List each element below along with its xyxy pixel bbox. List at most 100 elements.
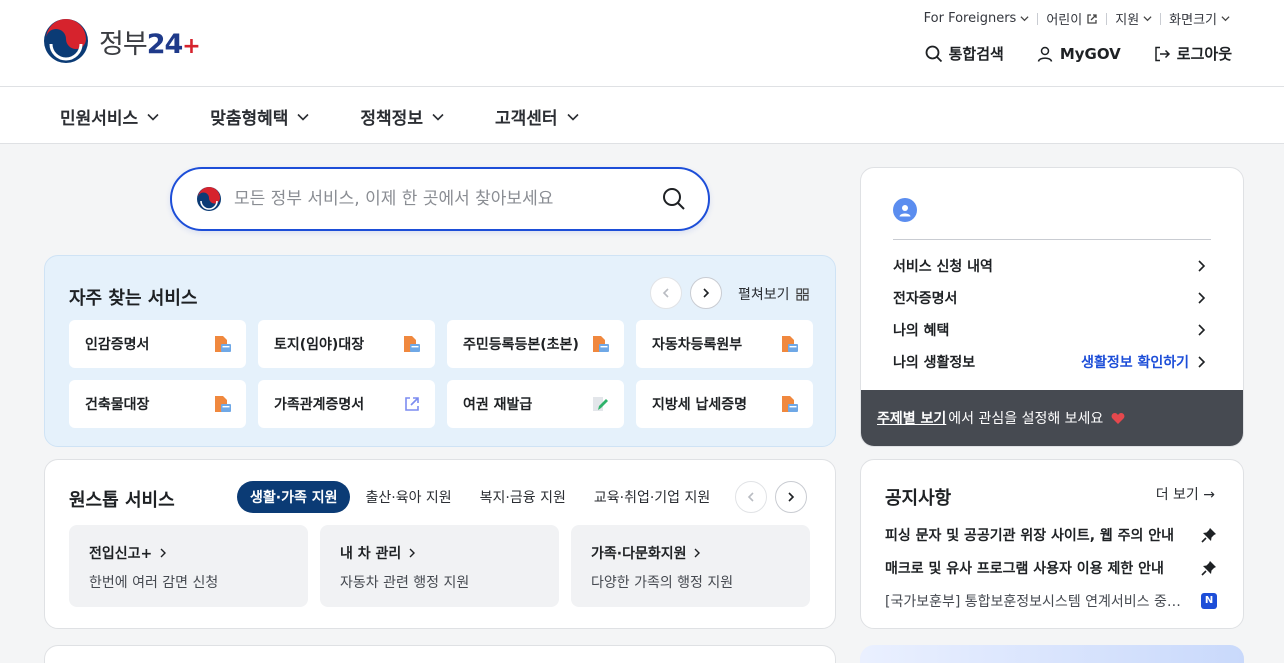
chevron-right-icon: [1198, 292, 1206, 304]
profile-menu: 서비스 신청 내역 전자증명서 나의 혜택 나의 생활정보 생활정보 확인하기: [893, 250, 1207, 378]
top-header: 정부24+ For Foreigners 어린이 지원 화면크기 통합검색 My…: [0, 0, 1284, 87]
search-input[interactable]: [234, 189, 662, 209]
divider: [893, 239, 1211, 240]
gov24-logo[interactable]: 정부24+: [43, 18, 201, 64]
taegeuk-logo-icon: [44, 19, 88, 63]
carousel-pager: [650, 277, 722, 309]
logout-icon: [1155, 46, 1170, 61]
utility-menu: For Foreigners 어린이 지원 화면크기: [916, 9, 1238, 28]
service-card[interactable]: 자동차등록원부: [636, 320, 813, 368]
document-print-icon: [782, 396, 798, 412]
tab-birth-childcare[interactable]: 출산·육아 지원: [352, 481, 464, 513]
document-print-icon: [215, 336, 231, 352]
service-card[interactable]: 여권 재발급: [447, 380, 624, 428]
next-button[interactable]: [690, 277, 722, 309]
chevron-down-icon: [566, 113, 579, 121]
external-link-icon: [405, 397, 419, 411]
nav-civil-services[interactable]: 민원서비스: [60, 104, 160, 129]
section-title: 자주 찾는 서비스: [69, 288, 198, 309]
for-foreigners-menu[interactable]: For Foreigners: [916, 11, 1038, 26]
service-card[interactable]: 가족관계증명서: [258, 380, 435, 428]
nav-policy-info[interactable]: 정책정보: [360, 104, 445, 129]
support-menu[interactable]: 지원: [1107, 9, 1160, 28]
profile-item-life-info[interactable]: 나의 생활정보 생활정보 확인하기: [893, 346, 1207, 378]
account-menu: 통합검색 MyGOV 로그아웃: [925, 43, 1232, 64]
onestop-cards: 전입신고+ 한번에 여러 감면 신청 내 차 관리 자동차 관련 행정 지원 가…: [69, 525, 810, 607]
profile-panel: 서비스 신청 내역 전자증명서 나의 혜택 나의 생활정보 생활정보 확인하기 주…: [860, 167, 1244, 447]
notice-item[interactable]: [국가보훈부] 통합보훈정보시스템 연계서비스 중… N: [885, 584, 1217, 617]
section-title: 원스톱 서비스: [69, 490, 175, 511]
chevron-down-icon: [1143, 16, 1152, 22]
pin-icon: [1201, 560, 1216, 576]
logout-button[interactable]: 로그아웃: [1153, 43, 1232, 64]
service-card[interactable]: 주민등록등본(초본): [447, 320, 624, 368]
mygov-button[interactable]: MyGOV: [1036, 43, 1121, 64]
service-cards: 인감증명서 토지(임야)대장 주민등록등본(초본) 자동차등록원부 건축물대장 …: [69, 320, 813, 428]
profile-item-e-certificates[interactable]: 전자증명서: [893, 282, 1207, 314]
main-search-box: [170, 167, 710, 231]
more-link[interactable]: 더 보기 →: [1156, 484, 1215, 504]
chevron-down-icon: [1020, 16, 1029, 22]
profile-item-benefits[interactable]: 나의 혜택: [893, 314, 1207, 346]
user-icon: [1037, 46, 1053, 62]
chevron-down-icon: [432, 113, 444, 121]
notice-item[interactable]: 피싱 문자 및 공공기관 위장 사이트, 웹 주의 안내: [885, 518, 1217, 551]
notice-item[interactable]: 매크로 및 유사 프로그램 사용자 이용 제한 안내: [885, 551, 1217, 584]
grid-icon: [795, 287, 809, 301]
topic-view-link[interactable]: 주제별 보기: [877, 408, 946, 428]
next-panel-stub: [44, 645, 836, 663]
screen-size-menu[interactable]: 화면크기: [1161, 9, 1238, 28]
chevron-right-icon: [1198, 324, 1206, 336]
search-icon: [925, 45, 942, 62]
chevron-left-icon: [662, 288, 669, 298]
tab-welfare-finance[interactable]: 복지·금융 지원: [467, 481, 579, 513]
service-card[interactable]: 지방세 납세증명: [636, 380, 813, 428]
onestop-card[interactable]: 전입신고+ 한번에 여러 감면 신청: [69, 525, 308, 607]
search-icon[interactable]: [662, 187, 686, 211]
chevron-down-icon: [297, 113, 309, 121]
nav-customer-center[interactable]: 고객센터: [495, 104, 580, 129]
nav-custom-benefits[interactable]: 맞춤형혜택: [210, 104, 310, 129]
life-info-link[interactable]: 생활정보 확인하기: [1081, 352, 1189, 372]
chevron-down-icon: [147, 113, 159, 121]
tab-education-employment[interactable]: 교육·취업·기업 지원: [581, 481, 723, 513]
section-title: 공지사항: [885, 488, 952, 509]
taegeuk-logo-icon: [197, 187, 221, 211]
profile-item-applications[interactable]: 서비스 신청 내역: [893, 250, 1207, 282]
expand-button[interactable]: 펼쳐보기: [738, 284, 809, 304]
chevron-right-icon: [160, 548, 167, 558]
document-print-icon: [593, 336, 609, 352]
frequent-services-panel: 자주 찾는 서비스 펼쳐보기 인감증명서 토지(임야)대장 주민등록등본(초본)…: [44, 255, 836, 447]
onestop-card[interactable]: 내 차 관리 자동차 관련 행정 지원: [320, 525, 559, 607]
prev-button[interactable]: [650, 277, 682, 309]
chevron-right-icon: [788, 492, 795, 502]
document-print-icon: [782, 336, 798, 352]
prev-button[interactable]: [735, 481, 767, 513]
edit-pencil-icon: [593, 397, 608, 411]
pin-icon: [1201, 527, 1216, 543]
document-print-icon: [404, 336, 420, 352]
chevron-right-icon: [1198, 356, 1206, 368]
kids-link[interactable]: 어린이: [1038, 9, 1106, 28]
chevron-right-icon: [409, 548, 416, 558]
onestop-tabs: 생활·가족 지원 출산·육아 지원 복지·금융 지원 교육·취업·기업 지원: [237, 481, 723, 513]
tabs-pager: [735, 481, 807, 513]
logo-text: 정부24+: [99, 28, 201, 60]
avatar: [893, 198, 917, 222]
service-card[interactable]: 건축물대장: [69, 380, 246, 428]
document-print-icon: [215, 396, 231, 412]
onestop-services-panel: 원스톱 서비스 생활·가족 지원 출산·육아 지원 복지·금융 지원 교육·취업…: [44, 459, 836, 629]
integrated-search-button[interactable]: 통합검색: [925, 43, 1004, 64]
tab-life-family[interactable]: 생활·가족 지원: [237, 481, 351, 513]
chevron-right-icon: [703, 288, 710, 298]
banner-text: 에서 관심을 설정해 보세요: [948, 411, 1104, 427]
service-card[interactable]: 토지(임야)대장: [258, 320, 435, 368]
banner-stub: [860, 645, 1244, 663]
chevron-left-icon: [747, 492, 754, 502]
onestop-card[interactable]: 가족·다문화지원 다양한 가족의 행정 지원: [571, 525, 810, 607]
notice-panel: 공지사항 더 보기 → 피싱 문자 및 공공기관 위장 사이트, 웹 주의 안내…: [860, 459, 1244, 629]
service-card[interactable]: 인감증명서: [69, 320, 246, 368]
topic-settings-banner: 주제별 보기 에서 관심을 설정해 보세요: [861, 390, 1243, 446]
next-button[interactable]: [775, 481, 807, 513]
heart-icon: [1111, 412, 1125, 424]
